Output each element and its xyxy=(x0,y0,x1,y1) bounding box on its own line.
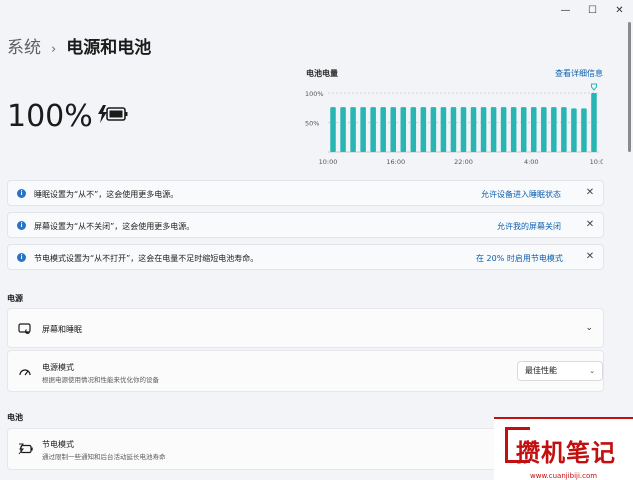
page-title: 电源和电池 xyxy=(66,38,152,58)
close-icon[interactable]: ✕ xyxy=(583,218,597,232)
window-controls: — ☐ ✕ xyxy=(552,0,633,20)
battery-saver-icon xyxy=(18,443,33,455)
chart-bar[interactable] xyxy=(420,107,427,152)
allow-sleep-link[interactable]: 允许设备进入睡眠状态 xyxy=(481,189,561,200)
notice-text: 节电模式设置为“从不打开”，这会在电量不足时缩短电池寿命。 xyxy=(34,254,259,263)
chart-bar[interactable] xyxy=(510,107,517,152)
close-icon[interactable]: ✕ xyxy=(583,186,597,200)
chart-bar[interactable] xyxy=(470,107,477,152)
chart-bar[interactable] xyxy=(561,107,567,152)
card-title: 屏幕和睡眠 xyxy=(42,325,82,334)
info-icon: i xyxy=(17,189,26,198)
chart-bar[interactable] xyxy=(480,107,487,152)
power-mode-card: 电源模式 根据电源使用情况和性能来优化你的设备 最佳性能 ⌄ xyxy=(7,350,604,392)
chart-bar[interactable] xyxy=(330,107,336,152)
chart-bar[interactable] xyxy=(571,108,577,152)
close-window-button[interactable]: ✕ xyxy=(606,0,633,20)
chart-bar[interactable] xyxy=(380,107,386,152)
chart-bar[interactable] xyxy=(460,107,467,152)
scrollbar[interactable] xyxy=(628,22,631,152)
x-tick-label: 4:00 xyxy=(524,158,539,166)
breadcrumb: 系统 › 电源和电池 xyxy=(7,33,151,58)
x-tick-label: 22:00 xyxy=(454,158,473,166)
notice-text: 屏幕设置为“从不关闭”，这会使用更多电源。 xyxy=(34,222,195,231)
battery-level-chart: 100% 50% 10:00 16:00 22:00 4:00 10:00 xyxy=(305,83,603,166)
maximize-button[interactable]: ☐ xyxy=(579,0,606,20)
battery-charging-icon xyxy=(98,105,128,123)
chart-bar[interactable] xyxy=(410,107,417,152)
x-tick-label: 10:00 xyxy=(319,158,338,166)
watermark-logo: 攒机笔记 www.cuanjibiji.com xyxy=(494,417,633,480)
info-icon: i xyxy=(17,253,26,262)
watermark-url: www.cuanjibiji.com xyxy=(530,472,598,480)
minimize-button[interactable]: — xyxy=(552,0,579,20)
chart-bar[interactable] xyxy=(531,107,537,152)
chart-bar[interactable] xyxy=(520,107,527,152)
x-tick-label: 10:00 xyxy=(590,158,603,166)
y-tick-label: 50% xyxy=(305,120,319,128)
card-subtitle: 根据电源使用情况和性能来优化你的设备 xyxy=(42,376,159,384)
breadcrumb-parent-system[interactable]: 系统 xyxy=(7,33,41,58)
screen-sleep-icon xyxy=(18,323,31,334)
chart-bar[interactable] xyxy=(551,107,557,152)
info-icon: i xyxy=(17,221,26,230)
chart-bar[interactable] xyxy=(541,107,547,152)
chart-bar[interactable] xyxy=(340,107,346,152)
breadcrumb-separator-icon: › xyxy=(51,42,57,57)
chart-bar[interactable] xyxy=(500,107,507,152)
section-header-battery: 电池 xyxy=(7,413,23,422)
enable-saver-at-20-link[interactable]: 在 20% 时启用节电模式 xyxy=(476,253,563,264)
chart-bar[interactable] xyxy=(591,93,597,152)
screen-sleep-card[interactable]: 屏幕和睡眠 ⌄ xyxy=(7,308,604,348)
notice-sleep: i 睡眠设置为“从不”，这会使用更多电源。 允许设备进入睡眠状态 ✕ xyxy=(7,180,604,206)
chart-title: 电池电量 xyxy=(306,69,338,78)
chart-bar[interactable] xyxy=(450,107,457,152)
chart-bar[interactable] xyxy=(430,107,437,152)
card-subtitle: 通过限制一些通知和后台活动延长电池寿命 xyxy=(42,453,166,461)
view-details-link[interactable]: 查看详细信息 xyxy=(555,68,603,79)
chart-bar[interactable] xyxy=(390,107,396,152)
chart-bar[interactable] xyxy=(350,107,356,152)
current-marker-icon xyxy=(590,83,597,91)
close-icon[interactable]: ✕ xyxy=(583,250,597,264)
power-mode-icon xyxy=(19,369,31,376)
battery-percent: 100% xyxy=(7,99,93,134)
watermark-text: 攒机笔记 xyxy=(516,439,616,467)
section-header-power: 电源 xyxy=(7,294,23,303)
x-tick-label: 16:00 xyxy=(386,158,405,166)
y-tick-label: 100% xyxy=(305,90,324,98)
notice-screen: i 屏幕设置为“从不关闭”，这会使用更多电源。 允许我的屏幕关闭 ✕ xyxy=(7,212,604,238)
chart-bar[interactable] xyxy=(370,107,376,152)
chart-bar[interactable] xyxy=(581,108,587,152)
notice-text: 睡眠设置为“从不”，这会使用更多电源。 xyxy=(34,190,179,199)
notice-battery-saver: i 节电模式设置为“从不打开”，这会在电量不足时缩短电池寿命。 在 20% 时启… xyxy=(7,244,604,270)
chevron-down-icon: ⌄ xyxy=(589,367,595,375)
power-mode-dropdown[interactable]: 最佳性能 ⌄ xyxy=(517,361,603,381)
card-title: 电源模式 xyxy=(42,363,74,372)
chevron-down-icon[interactable]: ⌄ xyxy=(585,323,593,333)
chart-bar[interactable] xyxy=(490,107,497,152)
chart-bar[interactable] xyxy=(440,107,447,152)
dropdown-value: 最佳性能 xyxy=(525,366,557,375)
chart-bar[interactable] xyxy=(400,107,407,152)
card-title: 节电模式 xyxy=(42,440,74,449)
allow-screen-off-link[interactable]: 允许我的屏幕关闭 xyxy=(497,221,561,232)
chart-bar[interactable] xyxy=(360,107,366,152)
